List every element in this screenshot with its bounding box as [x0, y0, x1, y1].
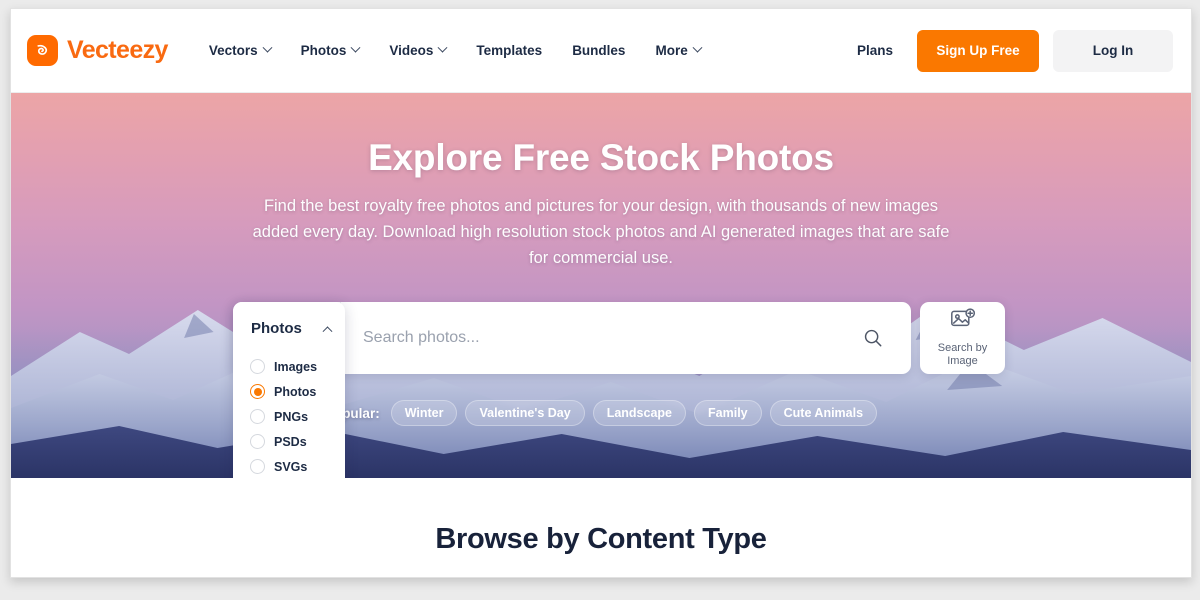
- chevron-down-icon: [262, 42, 273, 53]
- category-option-label: PNGs: [274, 409, 309, 424]
- radio-icon: [250, 359, 265, 374]
- search-input[interactable]: [363, 329, 853, 347]
- category-option-images[interactable]: Images: [233, 354, 345, 379]
- browse-section-title: Browse by Content Type: [435, 523, 767, 555]
- browser-page: Vecteezy Vectors Photos Videos Templates…: [10, 8, 1192, 578]
- chevron-down-icon: [350, 42, 361, 53]
- nav-label: More: [655, 43, 688, 58]
- page-title: Explore Free Stock Photos: [368, 137, 834, 178]
- log-in-button[interactable]: Log In: [1053, 29, 1173, 72]
- nav-label: Photos: [300, 43, 347, 58]
- popular-tag-winter[interactable]: Winter: [390, 400, 458, 426]
- radio-icon: [250, 434, 265, 449]
- category-option-label: PSDs: [274, 434, 307, 449]
- chevron-down-icon: [692, 42, 703, 53]
- category-option-photos[interactable]: Photos: [233, 379, 345, 404]
- main-navigation: Vectors Photos Videos Templates Bundles …: [194, 35, 716, 66]
- brand-logo[interactable]: Vecteezy: [27, 35, 168, 66]
- hero-section: Explore Free Stock Photos Find the best …: [11, 93, 1191, 478]
- search-by-image-line1: Search by: [937, 342, 988, 354]
- category-option-label: SVGs: [274, 459, 308, 474]
- radio-icon: [250, 409, 265, 424]
- nav-item-more[interactable]: More: [640, 35, 715, 66]
- hero-subtitle: Find the best royalty free photos and pi…: [252, 197, 950, 267]
- nav-label: Vectors: [208, 43, 258, 58]
- vecteezy-leaf-logo-icon: [27, 35, 58, 66]
- nav-item-photos[interactable]: Photos: [286, 35, 375, 66]
- search-input-wrap: [341, 318, 911, 358]
- popular-tag-cute-animals[interactable]: Cute Animals: [769, 400, 878, 426]
- search-row: Photos: [233, 302, 1005, 374]
- brand-name: Vecteezy: [67, 36, 168, 64]
- radio-icon-selected: [250, 384, 265, 399]
- search-by-image-line2: Image: [947, 355, 978, 367]
- nav-item-videos[interactable]: Videos: [374, 35, 461, 66]
- category-option-pngs[interactable]: PNGs: [233, 404, 345, 429]
- popular-tag-valentines-day[interactable]: Valentine's Day: [465, 400, 585, 426]
- site-header: Vecteezy Vectors Photos Videos Templates…: [11, 9, 1191, 93]
- sign-up-free-button[interactable]: Sign Up Free: [917, 29, 1039, 72]
- category-option-label: Photos: [274, 384, 317, 399]
- nav-item-vectors[interactable]: Vectors: [194, 35, 286, 66]
- search-by-image-label: Search by Image: [938, 342, 988, 368]
- chevron-down-icon: [437, 42, 448, 53]
- category-dropdown-toggle[interactable]: Photos: [233, 302, 345, 354]
- category-option-svgs[interactable]: SVGs: [233, 454, 345, 478]
- popular-tags-row: Popular: Winter Valentine's Day Landscap…: [11, 400, 1191, 426]
- plans-link[interactable]: Plans: [847, 35, 903, 66]
- image-plus-icon: [950, 308, 976, 337]
- radio-icon: [250, 459, 265, 474]
- chevron-up-icon: [322, 325, 333, 336]
- search-icon[interactable]: [853, 318, 893, 358]
- category-option-psds[interactable]: PSDs: [233, 429, 345, 454]
- nav-label: Templates: [476, 43, 543, 58]
- nav-label: Videos: [389, 43, 434, 58]
- hero-content: Explore Free Stock Photos Find the best …: [11, 93, 1191, 271]
- nav-item-bundles[interactable]: Bundles: [557, 35, 640, 66]
- popular-tag-landscape[interactable]: Landscape: [592, 400, 687, 426]
- category-select-label: Photos: [251, 319, 302, 337]
- popular-tag-family[interactable]: Family: [694, 400, 762, 426]
- header-actions: Plans Sign Up Free Log In: [847, 29, 1173, 72]
- category-dropdown-panel: Photos Images Photos PNGs PSDs SVGs: [233, 302, 345, 478]
- nav-label: Bundles: [572, 43, 626, 58]
- nav-item-templates[interactable]: Templates: [461, 35, 557, 66]
- search-by-image-button[interactable]: Search by Image: [920, 302, 1005, 374]
- browse-by-content-type-section: Browse by Content Type: [11, 478, 1191, 577]
- category-option-label: Images: [274, 359, 318, 374]
